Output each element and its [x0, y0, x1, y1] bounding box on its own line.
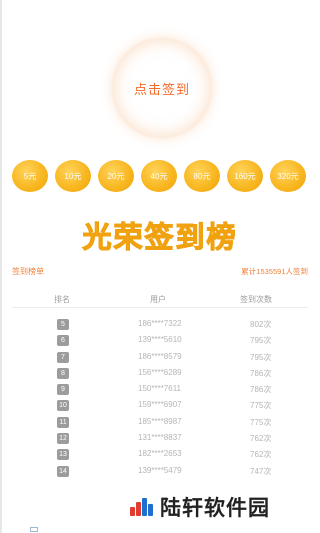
- table-row: 11 185****8987 775次: [12, 414, 308, 430]
- reward-amount: 160元: [234, 171, 256, 181]
- board-title: 签到榜单: [12, 267, 44, 276]
- table-row: 6 139****5610 795次: [12, 332, 308, 348]
- reward-coin: 20元: [98, 160, 134, 192]
- checkin-count: 786次: [250, 368, 272, 378]
- reward-coin: 40元: [141, 160, 177, 192]
- reward-amount: 40元: [150, 171, 168, 181]
- reward-coin: 10元: [55, 160, 91, 192]
- checkin-count: 762次: [250, 434, 272, 444]
- board-header: 签到榜单 累计1535591人签到: [12, 266, 308, 282]
- reward-amount: 320元: [277, 171, 299, 181]
- column-rank: 排名: [54, 295, 70, 304]
- table-row: 10 159****6907 775次: [12, 397, 308, 413]
- checkin-count: 795次: [250, 336, 272, 346]
- rank-badge: 6: [57, 335, 69, 347]
- rank-badge: 8: [57, 367, 69, 379]
- bar-logo-icon: [128, 496, 154, 518]
- table-row: 12 131****8837 762次: [12, 430, 308, 446]
- user-phone: 150****7611: [138, 384, 182, 394]
- rank-badge: 11: [57, 416, 69, 428]
- rank-badge: 7: [57, 351, 69, 363]
- site-watermark: 陆轩软件园: [128, 492, 274, 522]
- image-icon: [30, 527, 38, 532]
- rank-badge: 10: [57, 400, 69, 412]
- table-row: 8 156****6289 786次: [12, 365, 308, 381]
- logo-bar: [148, 504, 153, 516]
- rank-badge: 14: [57, 465, 69, 477]
- reward-coin: 5元: [12, 160, 48, 192]
- column-user: 用户: [150, 295, 166, 304]
- logo-bar: [136, 502, 141, 516]
- reward-amount: 5元: [23, 171, 37, 181]
- reward-coins: 5元 10元 20元 40元 80元 160元 320元: [12, 160, 308, 192]
- table-row: 9 150****7611 786次: [12, 381, 308, 397]
- checkin-button[interactable]: 点击签到: [112, 38, 212, 138]
- reward-coin: 320元: [270, 160, 306, 192]
- total-checkins: 累计1535591人签到: [241, 267, 308, 276]
- user-phone: 186****7322: [138, 319, 182, 328]
- checkin-count: 762次: [250, 450, 272, 460]
- ranking-table: 5 186****7322 802次 6 139****5610 795次 7 …: [12, 316, 308, 479]
- rank-badge: 13: [57, 449, 69, 461]
- watermark-text: 陆轩软件园: [160, 496, 270, 520]
- checkin-count: 775次: [250, 401, 272, 411]
- reward-coin: 160元: [227, 160, 263, 192]
- table-row: 7 186****8579 795次: [12, 349, 308, 365]
- checkin-count: 795次: [250, 352, 272, 362]
- logo-bar: [130, 507, 135, 516]
- table-row: 5 186****7322 802次: [12, 316, 308, 332]
- table-row: 13 182****2653 762次: [12, 446, 308, 462]
- checkin-ring[interactable]: 点击签到: [112, 38, 212, 138]
- reward-amount: 10元: [64, 171, 82, 181]
- checkin-count: 747次: [250, 466, 272, 476]
- honor-board-title: 光荣签到榜: [0, 214, 320, 256]
- reward-amount: 80元: [193, 171, 211, 181]
- rank-badge: 5: [57, 319, 69, 330]
- reward-coin: 80元: [184, 160, 220, 192]
- user-phone: 182****2653: [138, 449, 182, 459]
- user-phone: 186****8579: [138, 351, 182, 361]
- user-phone: 139****5610: [138, 335, 182, 345]
- checkin-count: 786次: [250, 385, 272, 395]
- user-phone: 159****6907: [138, 400, 182, 410]
- checkin-label: 点击签到: [133, 81, 190, 97]
- rank-badge: 12: [57, 433, 69, 445]
- left-edge-divider: [0, 0, 2, 533]
- checkin-count: 802次: [250, 320, 272, 329]
- logo-bar: [142, 498, 147, 516]
- user-phone: 185****8987: [138, 416, 182, 426]
- table-row: 14 139****5479 747次: [12, 463, 308, 479]
- rank-badge: 9: [57, 384, 69, 396]
- user-phone: 156****6289: [138, 367, 182, 377]
- user-phone: 131****8837: [138, 433, 182, 443]
- user-phone: 139****5479: [138, 465, 182, 475]
- reward-amount: 20元: [107, 171, 125, 181]
- table-header: 排名 用户 签到次数: [12, 294, 308, 308]
- checkin-count: 775次: [250, 417, 272, 427]
- column-count: 签到次数: [240, 295, 272, 304]
